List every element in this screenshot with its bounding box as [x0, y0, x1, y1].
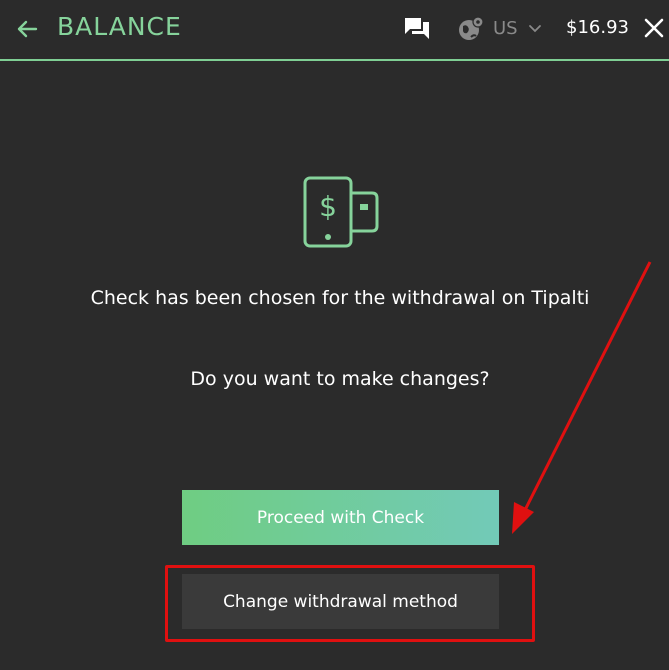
globe-icon — [459, 16, 484, 40]
change-question: Do you want to make changes? — [190, 368, 490, 390]
balance-amount: $16.93 — [566, 17, 629, 38]
wallet-dollar-icon: $ — [303, 176, 379, 248]
balance-screen: BALANCE US $16.93 $ Check has been chose… — [0, 0, 669, 670]
proceed-button[interactable]: Proceed with Check — [182, 490, 499, 545]
change-method-button[interactable]: Change withdrawal method — [182, 574, 499, 629]
arrow-left-icon[interactable] — [14, 16, 40, 42]
chevron-down-icon[interactable] — [527, 20, 543, 36]
region-selector[interactable]: US — [493, 18, 518, 39]
header-bar: BALANCE US $16.93 — [0, 0, 669, 61]
svg-text:$: $ — [319, 190, 337, 223]
withdrawal-message: Check has been chosen for the withdrawal… — [90, 287, 590, 309]
page-title: BALANCE — [57, 12, 182, 41]
chat-icon[interactable] — [403, 15, 431, 43]
close-icon[interactable] — [641, 15, 667, 41]
